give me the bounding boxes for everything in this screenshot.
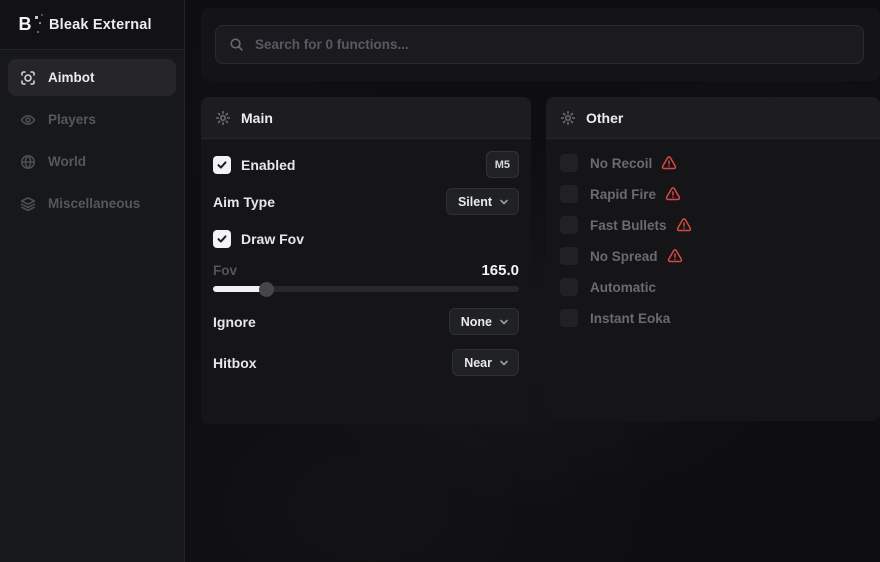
logo-glitch-pixel bbox=[39, 22, 41, 24]
hitbox-row: Hitbox Near bbox=[213, 349, 519, 376]
logo-letter: B bbox=[19, 14, 32, 35]
eye-icon bbox=[20, 112, 36, 128]
no-spread-label: No Spread bbox=[590, 249, 658, 264]
draw-fov-label: Draw Fov bbox=[241, 231, 304, 247]
fov-slider[interactable] bbox=[213, 282, 519, 296]
toggle-row-rapid-fire[interactable]: Rapid Fire bbox=[560, 185, 866, 203]
panel-other: Other No Recoil Rapid Fire Fast Bullets bbox=[546, 97, 880, 421]
fast-bullets-label: Fast Bullets bbox=[590, 218, 667, 233]
app-logo: B bbox=[13, 13, 37, 37]
warning-icon bbox=[667, 248, 683, 264]
app-window: B Bleak External Aim bbox=[0, 0, 880, 562]
toggle-row-no-recoil[interactable]: No Recoil bbox=[560, 154, 866, 172]
sidebar-header: B Bleak External bbox=[0, 0, 184, 50]
aim-type-row: Aim Type Silent bbox=[213, 188, 519, 215]
ignore-row: Ignore None bbox=[213, 308, 519, 335]
enabled-keybind-button[interactable]: M5 bbox=[486, 151, 519, 178]
aim-type-label: Aim Type bbox=[213, 194, 275, 210]
sidebar-item-label: Players bbox=[48, 112, 96, 127]
sidebar-item-label: Aimbot bbox=[48, 70, 95, 85]
automatic-checkbox[interactable] bbox=[560, 278, 578, 296]
fov-row: Fov 165.0 bbox=[213, 260, 519, 280]
fov-value: 165.0 bbox=[481, 262, 519, 279]
globe-icon bbox=[20, 154, 36, 170]
toggle-row-instant-eoka[interactable]: Instant Eoka bbox=[560, 309, 866, 327]
ignore-dropdown[interactable]: None bbox=[449, 308, 519, 335]
app-title: Bleak External bbox=[49, 17, 152, 33]
draw-fov-checkbox[interactable] bbox=[213, 230, 231, 248]
warning-icon bbox=[661, 155, 677, 171]
hitbox-value: Near bbox=[464, 356, 492, 370]
enabled-checkbox[interactable] bbox=[213, 156, 231, 174]
warning-icon bbox=[665, 186, 681, 202]
aim-type-dropdown[interactable]: Silent bbox=[446, 188, 519, 215]
search-card: Search for 0 functions... bbox=[201, 8, 880, 81]
fast-bullets-checkbox[interactable] bbox=[560, 216, 578, 234]
gear-icon bbox=[560, 110, 576, 126]
panel-main-header: Main bbox=[201, 97, 531, 139]
panel-other-body: No Recoil Rapid Fire Fast Bullets bbox=[546, 154, 880, 327]
search-icon bbox=[229, 37, 244, 52]
toggle-row-automatic[interactable]: Automatic bbox=[560, 278, 866, 296]
panel-main-body: Enabled M5 Aim Type Silent Dra bbox=[201, 151, 531, 376]
toggle-row-no-spread[interactable]: No Spread bbox=[560, 247, 866, 265]
enabled-row: Enabled M5 bbox=[213, 151, 519, 178]
layers-icon bbox=[20, 196, 36, 212]
ignore-value: None bbox=[461, 315, 492, 329]
hitbox-dropdown[interactable]: Near bbox=[452, 349, 519, 376]
logo-glitch-pixel bbox=[37, 31, 39, 33]
sidebar-item-label: Miscellaneous bbox=[48, 196, 140, 211]
chevron-down-icon bbox=[499, 358, 509, 368]
ignore-label: Ignore bbox=[213, 314, 256, 330]
gear-icon bbox=[215, 110, 231, 126]
sidebar-item-world[interactable]: World bbox=[8, 143, 176, 180]
panel-title: Other bbox=[586, 110, 623, 126]
sidebar-item-players[interactable]: Players bbox=[8, 101, 176, 138]
rapid-fire-label: Rapid Fire bbox=[590, 187, 656, 202]
no-recoil-checkbox[interactable] bbox=[560, 154, 578, 172]
fov-slider-thumb[interactable] bbox=[259, 282, 274, 297]
check-icon bbox=[216, 159, 228, 171]
sidebar-item-label: World bbox=[48, 154, 86, 169]
chevron-down-icon bbox=[499, 197, 509, 207]
fov-label: Fov bbox=[213, 263, 237, 278]
sidebar-item-aimbot[interactable]: Aimbot bbox=[8, 59, 176, 96]
no-spread-checkbox[interactable] bbox=[560, 247, 578, 265]
sidebar-item-miscellaneous[interactable]: Miscellaneous bbox=[8, 185, 176, 222]
fov-slider-row bbox=[213, 282, 519, 296]
no-recoil-label: No Recoil bbox=[590, 156, 652, 171]
chevron-down-icon bbox=[499, 317, 509, 327]
rapid-fire-checkbox[interactable] bbox=[560, 185, 578, 203]
search-placeholder: Search for 0 functions... bbox=[255, 37, 409, 52]
check-icon bbox=[216, 233, 228, 245]
logo-glitch-pixel bbox=[35, 16, 38, 19]
panel-main: Main Enabled M5 Aim Type Silent bbox=[201, 97, 531, 424]
toggle-row-fast-bullets[interactable]: Fast Bullets bbox=[560, 216, 866, 234]
instant-eoka-checkbox[interactable] bbox=[560, 309, 578, 327]
sidebar-nav: Aimbot Players bbox=[0, 50, 184, 231]
draw-fov-row: Draw Fov bbox=[213, 225, 519, 252]
search-input[interactable]: Search for 0 functions... bbox=[215, 25, 864, 64]
aim-type-value: Silent bbox=[458, 195, 492, 209]
logo-glitch-pixel bbox=[41, 14, 43, 16]
enabled-label: Enabled bbox=[241, 157, 295, 173]
crosshair-icon bbox=[20, 70, 36, 86]
instant-eoka-label: Instant Eoka bbox=[590, 311, 670, 326]
automatic-label: Automatic bbox=[590, 280, 656, 295]
sidebar: B Bleak External Aim bbox=[0, 0, 185, 562]
hitbox-label: Hitbox bbox=[213, 355, 257, 371]
warning-icon bbox=[676, 217, 692, 233]
panel-other-header: Other bbox=[546, 97, 880, 139]
panel-title: Main bbox=[241, 110, 273, 126]
